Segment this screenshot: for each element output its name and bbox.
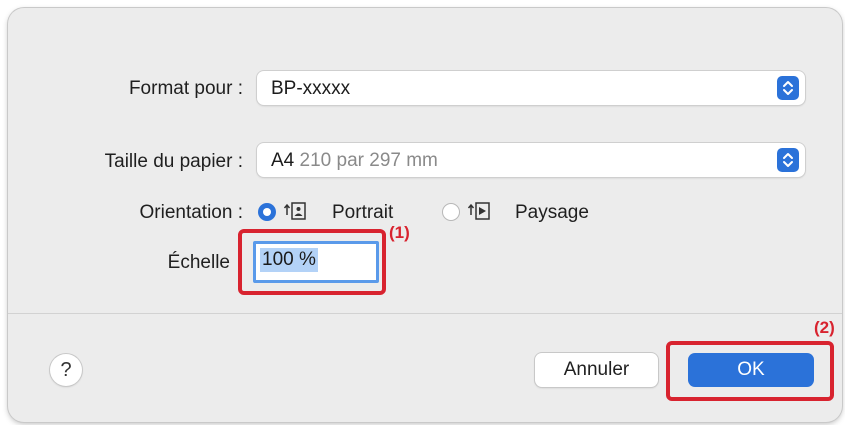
- portrait-orientation-icon: [283, 201, 307, 226]
- paper-size-detail: 210 par 297 mm: [299, 150, 438, 171]
- landscape-radio[interactable]: [442, 203, 460, 221]
- landscape-orientation-icon: [467, 201, 491, 226]
- paper-size-popup[interactable]: A4 210 par 297 mm: [257, 143, 805, 177]
- dialog-divider: [8, 313, 842, 314]
- paper-size-value: A4: [271, 150, 295, 171]
- callout-box-1: [238, 229, 386, 295]
- popup-stepper-icon: [777, 148, 799, 172]
- callout-label-2: (2): [814, 318, 835, 337]
- scale-label: Échelle: [167, 252, 230, 273]
- orientation-label: Orientation :: [139, 202, 244, 223]
- help-button[interactable]: ?: [50, 354, 82, 386]
- cancel-button[interactable]: Annuler: [535, 353, 658, 387]
- portrait-label[interactable]: Portrait: [332, 202, 393, 224]
- callout-label-1: (1): [389, 223, 410, 242]
- portrait-radio[interactable]: [258, 203, 276, 221]
- paper-size-label: Taille du papier :: [104, 151, 243, 172]
- popup-stepper-icon: [777, 76, 799, 100]
- landscape-label[interactable]: Paysage: [515, 202, 589, 224]
- page-setup-dialog: Format pour : BP-xxxxx Taille du papier …: [8, 8, 842, 422]
- callout-box-2: [666, 341, 834, 401]
- format-for-value: BP-xxxxx: [271, 78, 351, 99]
- format-for-label: Format pour :: [128, 78, 243, 99]
- format-for-popup[interactable]: BP-xxxxx: [257, 71, 805, 105]
